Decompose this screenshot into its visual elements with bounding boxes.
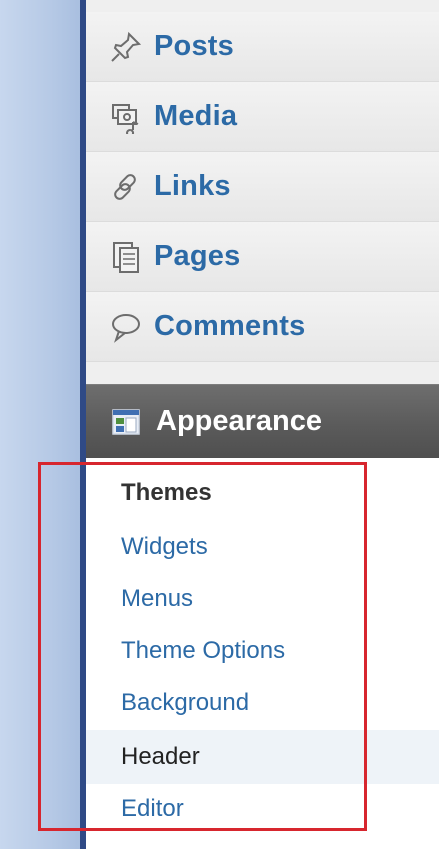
sidebar-item-label: Comments	[154, 310, 306, 342]
appearance-submenu: Themes Widgets Menus Theme Options Backg…	[86, 458, 439, 849]
submenu-item-editor[interactable]: Editor	[86, 782, 439, 836]
media-icon	[108, 99, 144, 135]
submenu-item-background[interactable]: Background	[86, 676, 439, 730]
submenu-item-header[interactable]: Header	[86, 730, 439, 784]
sidebar-item-label: Posts	[154, 30, 234, 62]
speech-bubble-icon	[108, 309, 144, 345]
left-gradient-strip	[0, 0, 80, 849]
admin-sidebar-menu: Posts Media Links Pages Comments Appeara…	[86, 0, 439, 849]
chain-link-icon	[108, 169, 144, 205]
sidebar-item-label: Links	[154, 170, 231, 202]
sidebar-item-links[interactable]: Links	[86, 152, 439, 222]
pages-icon	[108, 239, 144, 275]
submenu-item-themes[interactable]: Themes	[86, 466, 439, 520]
sidebar-item-label: Pages	[154, 240, 241, 272]
sidebar-item-label: Appearance	[156, 405, 323, 437]
submenu-item-widgets[interactable]: Widgets	[86, 520, 439, 574]
sidebar-item-media[interactable]: Media	[86, 82, 439, 152]
pushpin-icon	[108, 29, 144, 65]
sidebar-item-pages[interactable]: Pages	[86, 222, 439, 292]
sidebar-item-appearance[interactable]: Appearance	[86, 384, 439, 458]
sidebar-item-posts[interactable]: Posts	[86, 12, 439, 82]
submenu-item-menus[interactable]: Menus	[86, 572, 439, 626]
sidebar-item-comments[interactable]: Comments	[86, 292, 439, 362]
appearance-icon	[108, 404, 144, 440]
sidebar-item-label: Media	[154, 100, 238, 132]
submenu-item-theme-options[interactable]: Theme Options	[86, 624, 439, 678]
